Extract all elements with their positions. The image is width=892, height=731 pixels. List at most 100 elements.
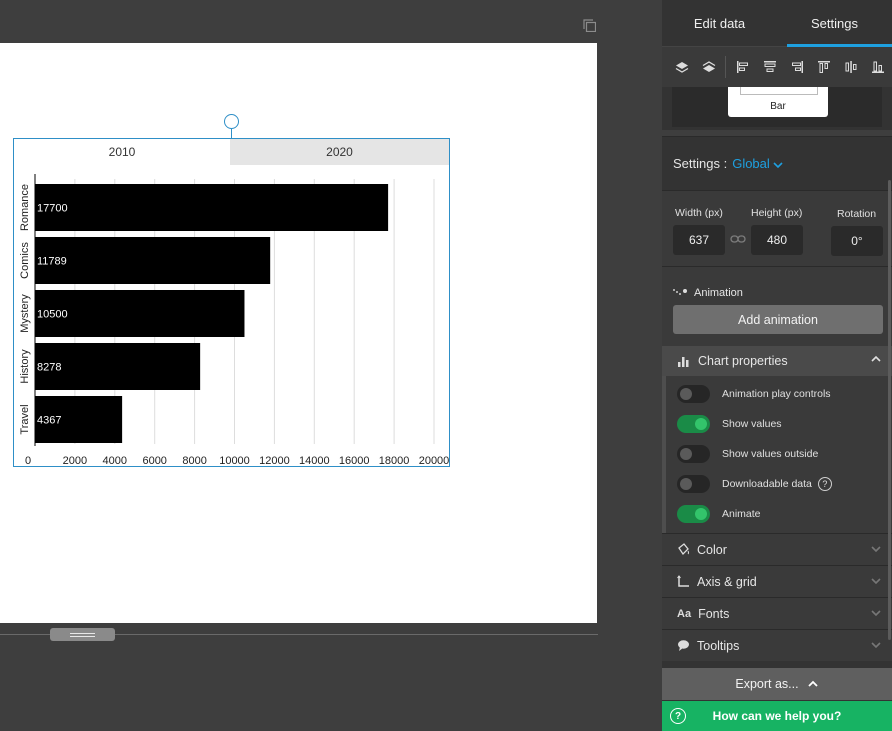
dimensions-section: Width (px) 637 Height (px) 480 Rotation … <box>662 190 892 266</box>
tab-edit-data[interactable]: Edit data <box>662 0 777 46</box>
export-label: Export as... <box>735 677 799 691</box>
align-center-icon <box>763 61 776 72</box>
rotation-handle-stem <box>231 129 232 138</box>
x-tick-label: 0 <box>25 455 31 466</box>
settings-scope-value: Global <box>732 156 770 171</box>
align-left-button[interactable] <box>729 53 756 81</box>
chevron-down-icon <box>871 578 881 585</box>
toggle-label: Animation play controls <box>722 388 831 400</box>
font-icon: Aa <box>677 607 692 620</box>
help-icon: ? <box>670 708 686 724</box>
toggle-row: Downloadable data? <box>666 469 892 499</box>
align-top-button[interactable] <box>811 53 838 81</box>
bar-chart: 17700 Romance 11789 Comics 10500 Mystery 8278 H… <box>19 174 449 466</box>
canvas-area: 2010 2020 17700 Romance 11789 Comics 10500 My… <box>0 0 662 731</box>
toggle-row: Show values <box>666 409 892 439</box>
rotation-label: Rotation <box>837 208 877 220</box>
chart-properties-label: Chart properties <box>698 354 788 368</box>
toggle-switch[interactable] <box>677 385 710 403</box>
bar-value-label: 8278 <box>37 362 61 374</box>
settings-panel: Edit data Settings Bar Settings: Global… <box>662 0 892 731</box>
settings-scope-dropdown[interactable]: Global <box>732 156 783 171</box>
toggle-switch[interactable] <box>677 415 710 433</box>
toggle-label: Animate <box>722 508 761 520</box>
add-animation-button[interactable]: Add animation <box>673 305 883 334</box>
settings-label: Settings : <box>673 156 728 171</box>
x-tick-label: 20000 <box>419 455 449 466</box>
export-button[interactable]: Export as... <box>662 668 892 700</box>
chart-container[interactable]: 2010 2020 17700 Romance 11789 Comics 10500 My… <box>13 138 450 467</box>
toggle-knob <box>695 418 707 430</box>
rotation-handle[interactable] <box>224 114 239 129</box>
category-label: Travel <box>19 404 31 434</box>
rotation-input[interactable]: 0° <box>831 226 883 256</box>
category-label: History <box>19 349 31 384</box>
x-tick-label: 8000 <box>182 455 206 466</box>
axis-grid-label: Axis & grid <box>697 574 757 589</box>
chart-type-bar[interactable]: Bar <box>728 87 828 117</box>
height-label: Height (px) <box>751 207 803 219</box>
color-section[interactable]: Color <box>662 533 892 565</box>
chevron-down-icon <box>871 610 881 617</box>
toggle-switch[interactable] <box>677 505 710 523</box>
chevron-down-icon <box>871 642 881 649</box>
bring-forward-button[interactable] <box>668 53 695 81</box>
chevron-down-icon <box>871 546 881 553</box>
chart-properties-header[interactable]: Chart properties <box>662 346 892 376</box>
layer-down-icon <box>702 61 716 72</box>
toggle-label: Show values <box>722 418 782 430</box>
x-tick-label: 14000 <box>299 455 330 466</box>
help-icon[interactable]: ? <box>817 477 832 491</box>
chevron-up-icon <box>807 680 818 687</box>
panel-tabs: Edit data Settings <box>662 0 892 47</box>
align-bottom-button[interactable] <box>865 53 892 81</box>
motion-path-icon <box>673 289 687 295</box>
tooltips-label: Tooltips <box>697 638 740 653</box>
panel-scrollbar[interactable] <box>888 180 891 640</box>
resize-handle[interactable] <box>50 628 115 641</box>
x-tick-label: 12000 <box>259 455 290 466</box>
axis-grid-section[interactable]: Axis & grid <box>662 565 892 597</box>
toolbar-divider <box>725 56 727 78</box>
x-tick-label: 18000 <box>379 455 410 466</box>
toggle-knob <box>680 388 692 400</box>
height-input[interactable]: 480 <box>751 225 803 255</box>
x-tick-label: 2000 <box>63 455 87 466</box>
toggle-row: Show values outside <box>666 439 892 469</box>
link-icon[interactable] <box>730 233 746 245</box>
tooltips-section[interactable]: Tooltips <box>662 629 892 661</box>
align-top-icon <box>818 61 831 73</box>
align-right-icon <box>792 61 804 73</box>
chevron-down-icon <box>773 161 783 168</box>
x-tick-label: 6000 <box>142 455 166 466</box>
category-label: Comics <box>19 242 31 279</box>
animation-section: Animation Add animation <box>662 266 892 346</box>
duplicate-icon[interactable] <box>583 19 596 32</box>
chevron-up-icon <box>871 355 881 362</box>
fonts-section[interactable]: Aa Fonts <box>662 597 892 629</box>
align-right-button[interactable] <box>783 53 810 81</box>
toggle-knob <box>680 448 692 460</box>
width-input[interactable]: 637 <box>673 225 725 255</box>
chart-type-picker: Bar <box>662 87 892 130</box>
toggle-switch[interactable] <box>677 445 710 463</box>
width-label: Width (px) <box>675 207 723 219</box>
help-label: How can we help you? <box>712 709 842 723</box>
align-middle-button[interactable] <box>838 53 865 81</box>
bar-chart-icon <box>678 356 689 367</box>
align-center-button[interactable] <box>756 53 783 81</box>
toggle-row: Animate <box>666 499 892 529</box>
x-tick-label: 10000 <box>219 455 250 466</box>
bar <box>35 237 271 284</box>
chart-properties-body: Animation play controls Show values Show v… <box>662 376 892 533</box>
toggle-switch[interactable] <box>677 475 710 493</box>
fonts-label: Fonts <box>698 606 730 621</box>
toggle-label: Downloadable data <box>722 478 812 490</box>
help-chat-button[interactable]: ? How can we help you? <box>662 701 892 731</box>
animation-header: Animation <box>672 287 743 299</box>
send-backward-button[interactable] <box>695 53 722 81</box>
tab-settings[interactable]: Settings <box>777 0 892 47</box>
bar <box>35 184 389 231</box>
toggle-knob <box>680 478 692 490</box>
bar-value-label: 10500 <box>37 309 68 321</box>
